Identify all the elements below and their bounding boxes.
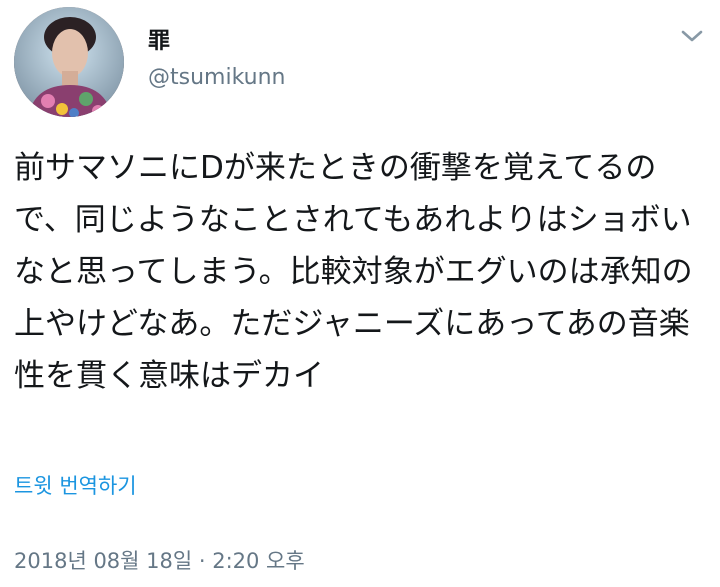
translate-tweet-link[interactable]: 트윗 번역하기 — [14, 472, 137, 500]
display-name[interactable]: 罪 — [148, 28, 170, 56]
tweet-timestamp[interactable]: 2018년 08월 18일 · 2:20 오후 — [14, 547, 305, 575]
tweet-container: 罪 @tsumikunn 前サマソニにDが来たときの衝撃を覚えてるので、同じよう… — [0, 0, 720, 587]
avatar-image — [14, 7, 124, 117]
user-handle[interactable]: @tsumikunn — [148, 64, 285, 92]
avatar[interactable] — [14, 7, 124, 117]
chevron-down-icon[interactable] — [678, 24, 706, 48]
tweet-text: 前サマソニにDが来たときの衝撃を覚えてるので、同じようなことされてもあれよりはシ… — [14, 150, 693, 394]
